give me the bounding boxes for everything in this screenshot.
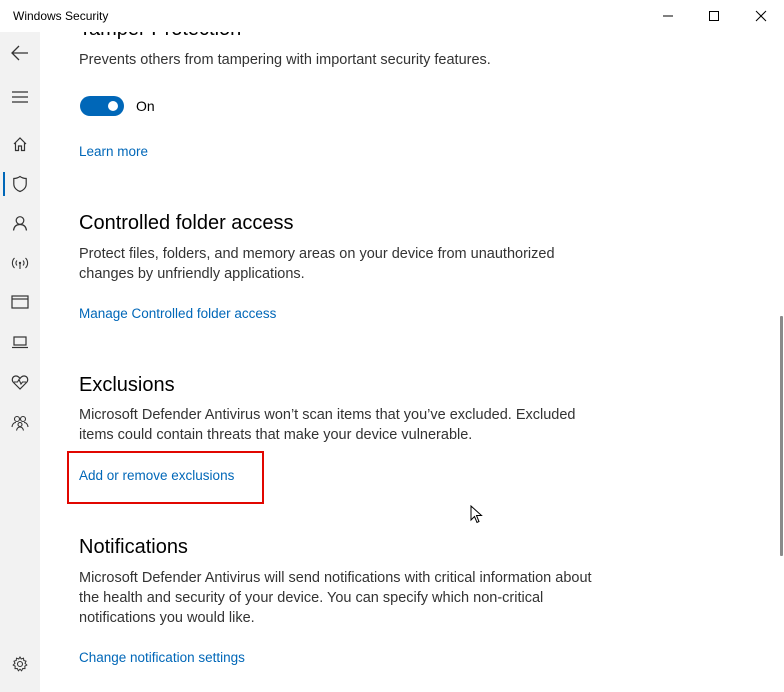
- mouse-cursor-icon: [470, 505, 483, 524]
- main-content: Tamper Protection Prevents others from t…: [40, 32, 784, 692]
- sidebar-item-app-browser[interactable]: [0, 283, 40, 321]
- heart-pulse-icon: [11, 375, 29, 390]
- wifi-icon: [11, 257, 29, 269]
- scrollbar-thumb[interactable]: [780, 316, 783, 556]
- menu-button[interactable]: [0, 78, 40, 116]
- sidebar-item-account-protection[interactable]: [0, 204, 40, 242]
- change-notification-settings-link[interactable]: Change notification settings: [79, 650, 245, 665]
- laptop-icon: [12, 336, 28, 349]
- back-arrow-icon: [11, 45, 28, 61]
- close-button[interactable]: [738, 0, 784, 32]
- close-icon: [755, 10, 767, 22]
- tamper-protection-title: Tamper Protection: [79, 32, 599, 41]
- sidebar-item-settings[interactable]: [0, 645, 40, 683]
- family-icon: [11, 415, 29, 431]
- window-title: Windows Security: [13, 9, 109, 23]
- learn-more-link[interactable]: Learn more: [79, 144, 148, 159]
- sidebar-item-firewall[interactable]: [0, 244, 40, 282]
- sidebar-item-virus-protection[interactable]: [0, 165, 40, 203]
- tamper-protection-section: Tamper Protection: [79, 32, 599, 41]
- hamburger-menu-icon: [12, 91, 28, 103]
- scrollbar[interactable]: [778, 32, 784, 692]
- maximize-icon: [709, 11, 719, 21]
- sidebar-item-device-security[interactable]: [0, 323, 40, 361]
- gear-icon: [12, 656, 28, 672]
- toggle-state-label: On: [136, 98, 155, 114]
- highlight-box: [67, 451, 264, 504]
- manage-controlled-folder-link[interactable]: Manage Controlled folder access: [79, 306, 276, 321]
- notifications-description: Microsoft Defender Antivirus will send n…: [79, 570, 592, 626]
- exclusions-description: Microsoft Defender Antivirus won’t scan …: [79, 407, 576, 443]
- sidebar-item-family-options[interactable]: [0, 404, 40, 442]
- minimize-button[interactable]: [645, 0, 691, 32]
- home-icon: [13, 137, 27, 152]
- sidebar: [0, 32, 40, 692]
- app-browser-icon: [11, 295, 29, 309]
- tamper-protection-description: Prevents others from tampering with impo…: [79, 52, 491, 68]
- exclusions-title: Exclusions: [79, 374, 175, 396]
- sidebar-item-home[interactable]: [0, 125, 40, 163]
- notifications-title: Notifications: [79, 536, 188, 558]
- minimize-icon: [663, 15, 673, 17]
- person-icon: [12, 216, 28, 231]
- back-button[interactable]: [0, 34, 40, 72]
- sidebar-item-device-health[interactable]: [0, 363, 40, 401]
- shield-icon: [13, 175, 27, 193]
- toggle-knob: [108, 101, 118, 111]
- maximize-button[interactable]: [691, 0, 737, 32]
- controlled-folder-description: Protect files, folders, and memory areas…: [79, 246, 555, 282]
- title-bar: Windows Security: [0, 0, 784, 32]
- controlled-folder-title: Controlled folder access: [79, 212, 294, 234]
- tamper-protection-toggle[interactable]: [80, 96, 124, 116]
